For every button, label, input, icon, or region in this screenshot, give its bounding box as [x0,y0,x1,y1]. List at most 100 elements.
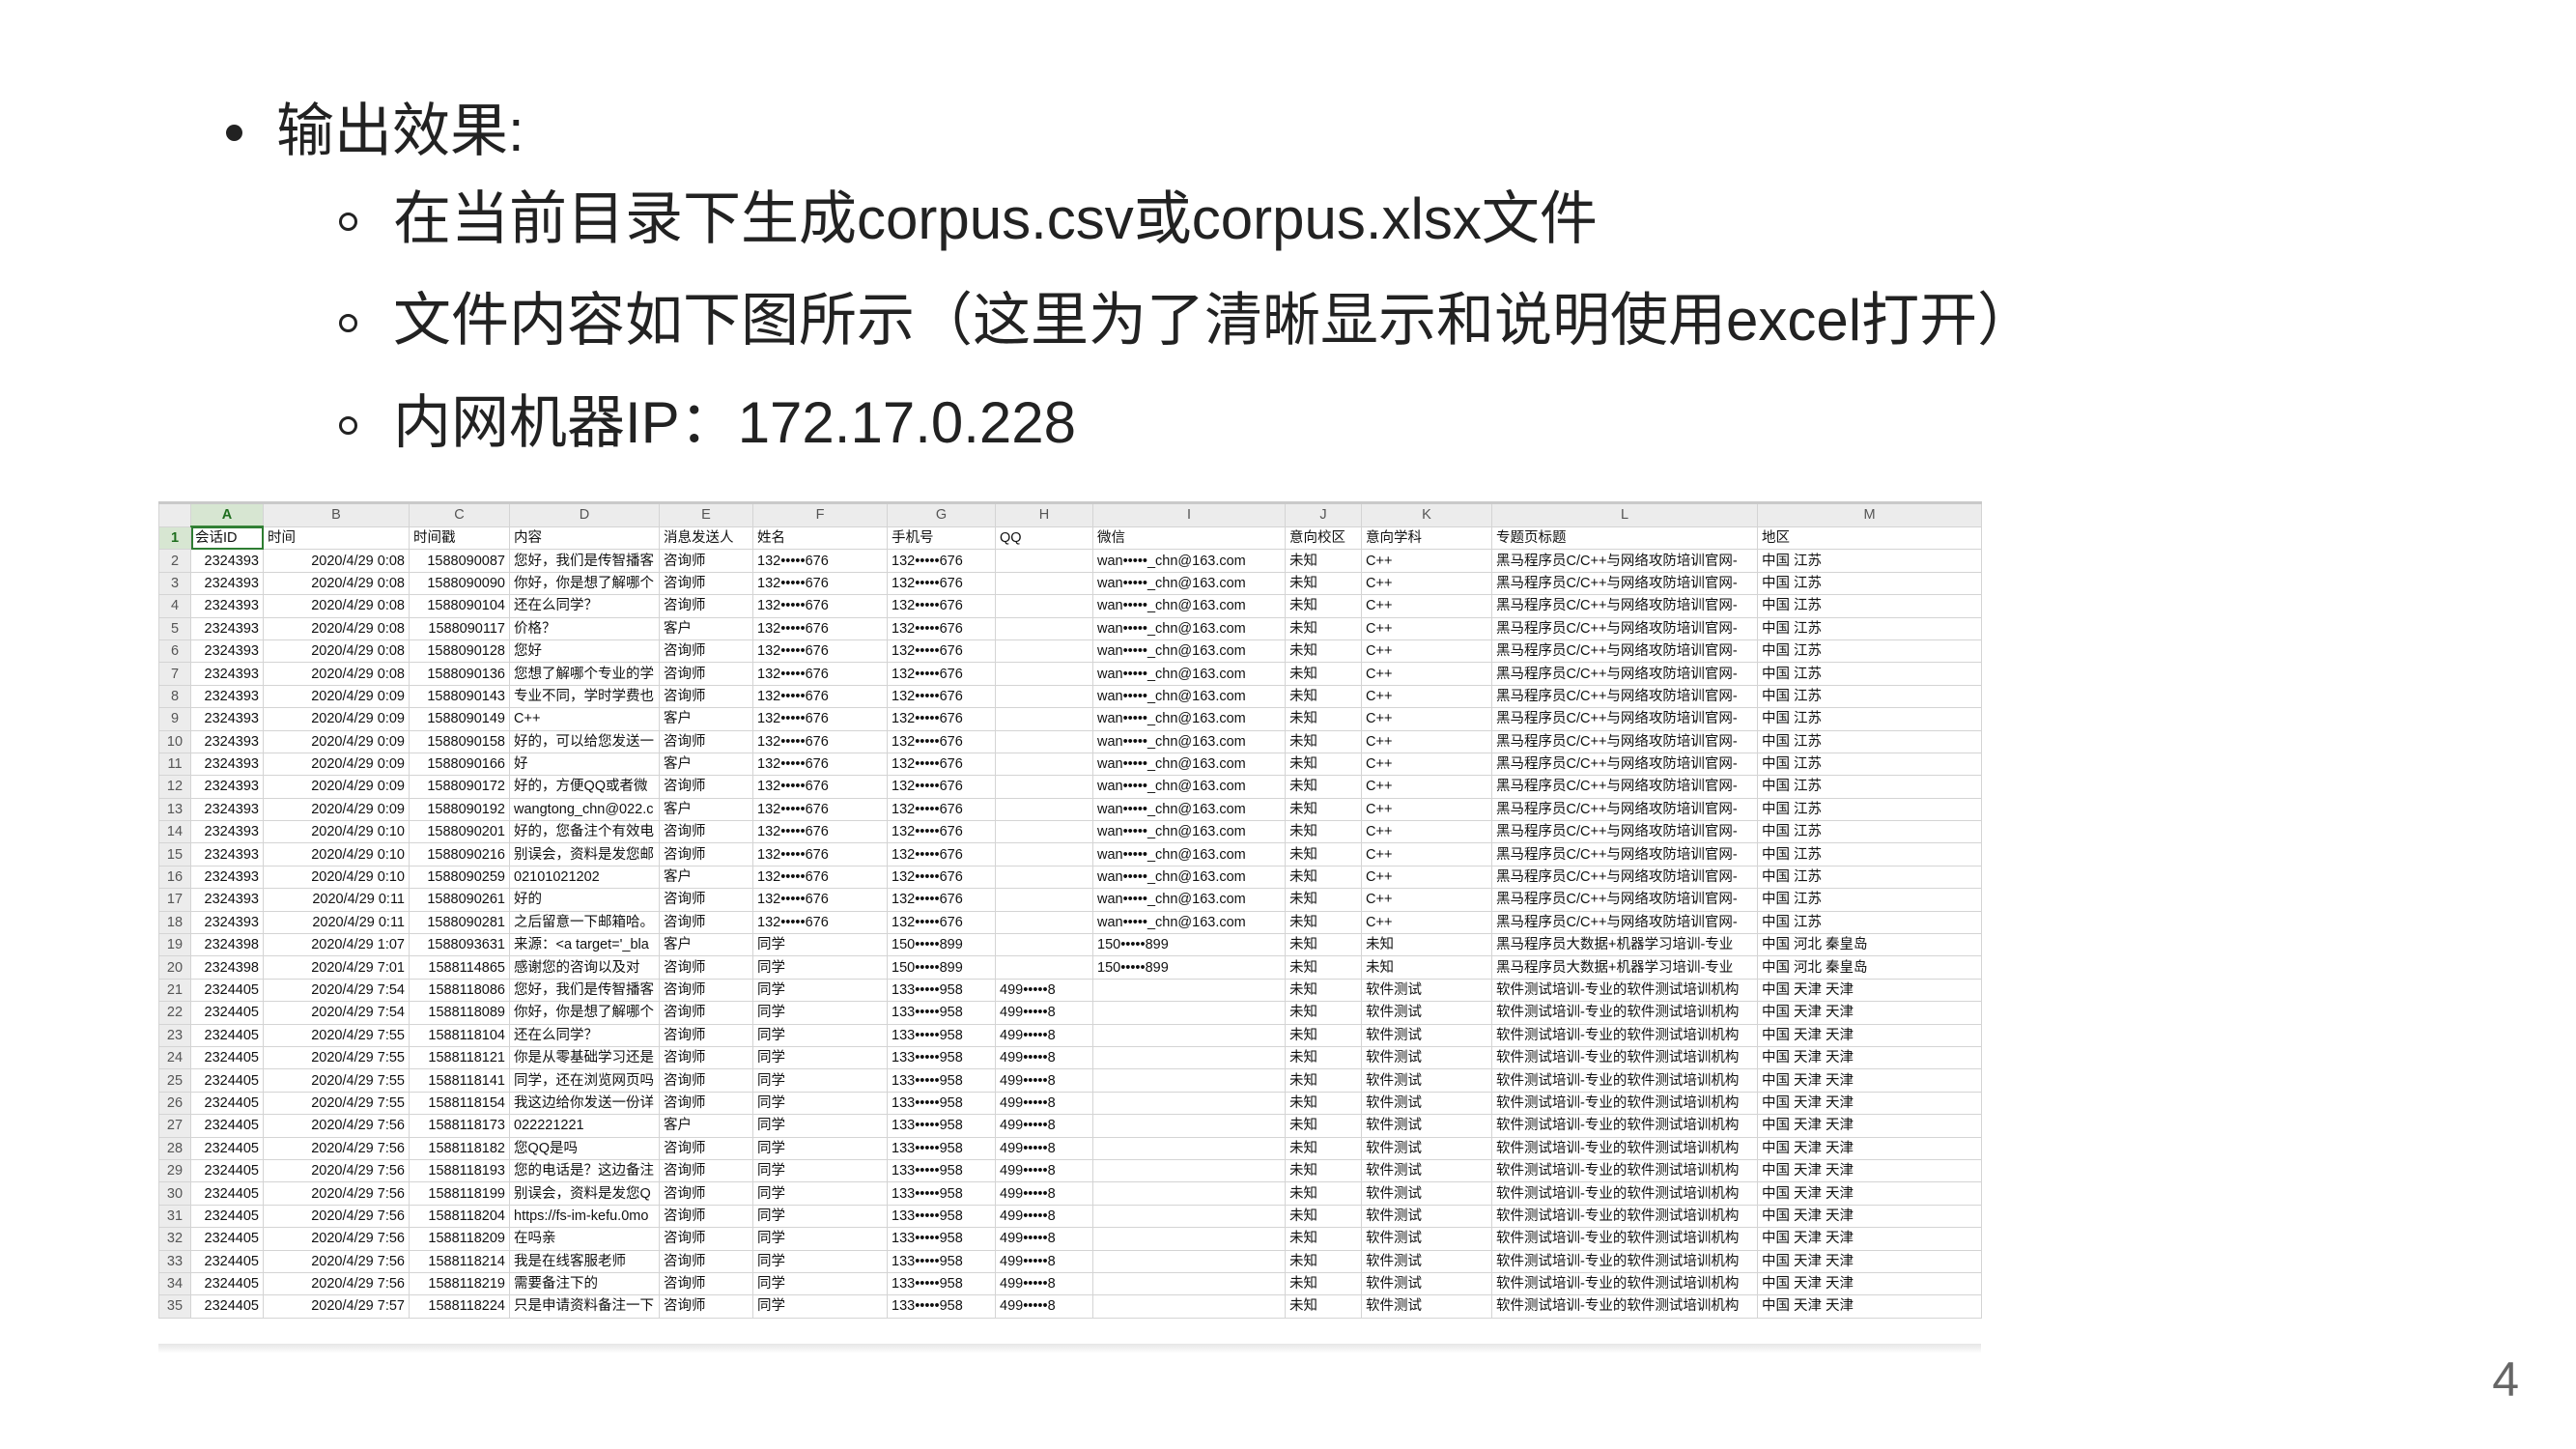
table-cell[interactable]: 133•••••958 [887,1181,996,1206]
table-cell[interactable]: C++ [1361,639,1492,664]
row-number[interactable]: 24 [158,1045,191,1070]
column-header-e[interactable]: E [659,501,753,527]
table-cell[interactable]: 来源：<a target='_bla [509,933,660,957]
table-cell[interactable]: 中国 天津 天津 [1757,1294,1982,1319]
table-cell[interactable]: 2020/4/29 0:09 [263,752,410,777]
table-cell[interactable]: 中国 江苏 [1757,775,1982,799]
table-cell[interactable]: 1588090143 [409,684,510,709]
table-cell[interactable]: 150•••••899 [887,933,996,957]
table-cell[interactable]: 未知 [1285,1045,1362,1070]
table-cell[interactable]: 黑马程序员大数据+机器学习培训-专业 [1491,933,1758,957]
table-cell[interactable]: 同学 [752,1204,888,1229]
table-cell[interactable]: 中国 河北 秦皇岛 [1757,933,1982,957]
table-cell[interactable] [1092,1271,1286,1296]
table-cell[interactable]: wan•••••_chn@163.com [1092,865,1286,890]
table-cell[interactable]: 2020/4/29 0:10 [263,842,410,867]
table-cell[interactable]: 132•••••676 [887,662,996,686]
table-cell[interactable]: 软件测试培训-专业的软件测试培训机构 [1491,1023,1758,1047]
table-cell[interactable]: 1588118204 [409,1204,510,1229]
table-cell[interactable]: 133•••••958 [887,1204,996,1229]
table-cell[interactable]: 中国 江苏 [1757,910,1982,935]
table-cell[interactable]: 1588118173 [409,1114,510,1138]
table-cell[interactable] [1092,1227,1286,1251]
header-cell[interactable]: QQ [995,526,1093,551]
table-cell[interactable]: 132•••••676 [887,865,996,890]
table-cell[interactable]: 132•••••676 [887,910,996,935]
row-number[interactable]: 19 [158,933,191,957]
table-cell[interactable]: 未知 [1285,662,1362,686]
table-cell[interactable]: 中国 天津 天津 [1757,1136,1982,1160]
table-cell[interactable]: 1588118104 [409,1023,510,1047]
row-number[interactable]: 5 [158,616,191,640]
table-cell[interactable]: 软件测试培训-专业的软件测试培训机构 [1491,1181,1758,1206]
table-cell[interactable] [995,888,1093,912]
table-cell[interactable]: 你好，你是想了解哪个 [509,1001,660,1025]
table-cell[interactable]: 1588090149 [409,707,510,731]
table-cell[interactable]: wan•••••_chn@163.com [1092,842,1286,867]
table-cell[interactable]: 软件测试培训-专业的软件测试培训机构 [1491,1045,1758,1070]
table-cell[interactable]: 2020/4/29 0:09 [263,775,410,799]
table-cell[interactable]: 2020/4/29 0:09 [263,797,410,822]
table-cell[interactable]: 同学 [752,1114,888,1138]
table-cell[interactable]: 咨询师 [659,775,753,799]
table-cell[interactable] [995,549,1093,573]
table-cell[interactable]: 132•••••676 [752,775,888,799]
table-cell[interactable]: 客户 [659,752,753,777]
table-cell[interactable] [995,842,1093,867]
table-cell[interactable]: 2020/4/29 0:11 [263,888,410,912]
table-cell[interactable]: 未知 [1285,1136,1362,1160]
header-cell[interactable]: 地区 [1757,526,1982,551]
table-cell[interactable]: 1588090158 [409,729,510,753]
table-cell[interactable]: 2324398 [190,955,264,980]
table-cell[interactable]: 软件测试培训-专业的软件测试培训机构 [1491,1204,1758,1229]
table-cell[interactable]: 2324405 [190,1181,264,1206]
table-cell[interactable]: 022221221 [509,1114,660,1138]
table-cell[interactable]: wan•••••_chn@163.com [1092,684,1286,709]
row-number[interactable]: 8 [158,684,191,709]
table-cell[interactable]: 软件测试培训-专业的软件测试培训机构 [1491,1001,1758,1025]
table-cell[interactable]: C++ [1361,842,1492,867]
table-cell[interactable]: wan•••••_chn@163.com [1092,820,1286,844]
table-cell[interactable]: 好 [509,752,660,777]
table-cell[interactable] [995,910,1093,935]
table-cell[interactable]: 好的，方便QQ或者微 [509,775,660,799]
row-number[interactable]: 28 [158,1136,191,1160]
table-cell[interactable]: C++ [1361,707,1492,731]
table-cell[interactable]: 2020/4/29 7:56 [263,1136,410,1160]
table-cell[interactable]: 软件测试培训-专业的软件测试培训机构 [1491,1068,1758,1093]
table-cell[interactable] [995,955,1093,980]
table-cell[interactable]: 咨询师 [659,1001,753,1025]
table-cell[interactable]: 132•••••676 [887,616,996,640]
table-cell[interactable]: 黑马程序员C/C++与网络攻防培训官网- [1491,910,1758,935]
table-cell[interactable]: 别误会，资料是发您邮 [509,842,660,867]
table-cell[interactable]: 未知 [1285,978,1362,1003]
table-cell[interactable]: 咨询师 [659,1045,753,1070]
table-cell[interactable]: 132•••••676 [887,797,996,822]
table-cell[interactable]: 软件测试培训-专业的软件测试培训机构 [1491,978,1758,1003]
table-cell[interactable]: 1588090117 [409,616,510,640]
table-cell[interactable]: 2020/4/29 0:08 [263,639,410,664]
table-cell[interactable] [995,933,1093,957]
table-cell[interactable]: 黑马程序员C/C++与网络攻防培训官网- [1491,549,1758,573]
row-number[interactable]: 2 [158,549,191,573]
table-cell[interactable]: 499•••••8 [995,1136,1093,1160]
table-cell[interactable] [1092,1001,1286,1025]
table-cell[interactable]: 你是从零基础学习还是 [509,1045,660,1070]
table-cell[interactable]: 02101021202 [509,865,660,890]
table-cell[interactable]: 咨询师 [659,978,753,1003]
table-cell[interactable]: wan•••••_chn@163.com [1092,571,1286,596]
table-cell[interactable]: 1588090259 [409,865,510,890]
table-cell[interactable]: 132•••••676 [887,888,996,912]
row-number[interactable]: 21 [158,978,191,1003]
table-cell[interactable]: 未知 [1285,571,1362,596]
table-cell[interactable]: 2020/4/29 7:55 [263,1045,410,1070]
row-number[interactable]: 3 [158,571,191,596]
table-cell[interactable]: 咨询师 [659,594,753,618]
table-cell[interactable]: 客户 [659,797,753,822]
row-number[interactable]: 27 [158,1114,191,1138]
table-cell[interactable]: 132•••••676 [752,842,888,867]
table-cell[interactable]: 132•••••676 [887,639,996,664]
table-cell[interactable]: 客户 [659,1114,753,1138]
table-cell[interactable]: 133•••••958 [887,1271,996,1296]
table-cell[interactable]: 中国 江苏 [1757,888,1982,912]
